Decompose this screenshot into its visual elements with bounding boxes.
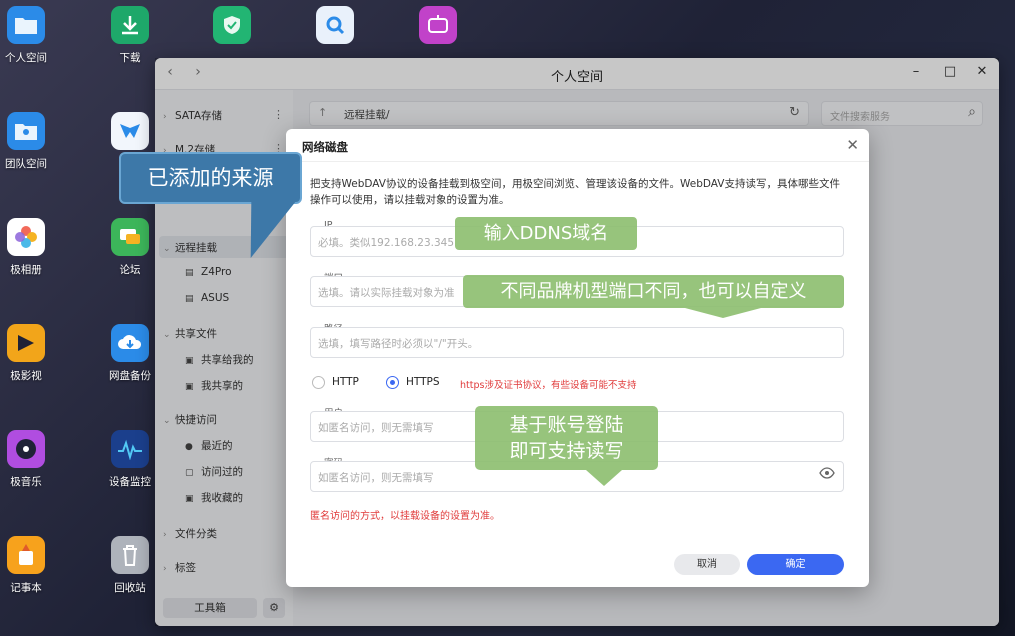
team-folder-icon [7, 112, 45, 150]
https-label: HTTPS [406, 376, 440, 388]
music-disc-icon [7, 430, 45, 468]
path-placeholder: 选填，填写路径时必须以"/"开头。 [318, 338, 479, 350]
callout-added-sources: 已添加的来源 [119, 152, 302, 204]
desktop-app-security[interactable] [192, 6, 272, 50]
desktop-app-label: 记事本 [10, 582, 42, 594]
desktop-app-label: 个人空间 [5, 52, 47, 64]
desktop-app-label: 极音乐 [10, 476, 42, 488]
chat-bubble-icon [111, 218, 149, 256]
desktop-app-personal-space[interactable]: 个人空间 [0, 6, 66, 65]
desktop-app-notepad[interactable]: 记事本 [0, 536, 66, 595]
folder-icon [7, 6, 45, 44]
callout-port: 不同品牌机型端口不同，也可以自定义 [463, 275, 844, 308]
download-icon [111, 6, 149, 44]
https-radio[interactable] [386, 376, 399, 389]
desktop-app-download[interactable]: 下载 [90, 6, 170, 65]
user-placeholder: 如匿名访问，则无需填写 [318, 422, 434, 434]
anonymous-note: 匿名访问的方式，以挂载设备的设置为准。 [310, 511, 500, 522]
callout-account-line2: 即可支持读写 [509, 440, 624, 462]
desktop-app-label: 极影视 [10, 370, 42, 382]
trash-icon [111, 536, 149, 574]
ip-placeholder: 必填。类似192.168.23.345 [318, 237, 454, 249]
desktop-app-ai[interactable] [398, 6, 478, 50]
network-disk-dialog: 网络磁盘 ✕ 把支持WebDAV协议的设备挂载到极空间，用极空间浏览、管理该设备… [286, 129, 869, 587]
desktop-app-music[interactable]: 极音乐 [0, 430, 66, 489]
http-radio[interactable] [312, 376, 325, 389]
desktop-app-label: 极相册 [10, 264, 42, 276]
close-icon[interactable]: ✕ [846, 136, 859, 154]
dialog-title: 网络磁盘 [302, 140, 348, 154]
callout-account-line1: 基于账号登陆 [509, 414, 624, 436]
callout-green-tail [685, 308, 761, 318]
callout-green-tail [586, 470, 622, 486]
video-icon [7, 324, 45, 362]
dialog-description: 把支持WebDAV协议的设备挂载到极空间，用极空间浏览、管理该设备的文件。Web… [310, 178, 840, 206]
path-input[interactable]: 选填，填写路径时必须以"/"开头。 [310, 327, 844, 358]
desktop-app-photos[interactable]: 极相册 [0, 218, 66, 277]
callout-ddns: 输入DDNS域名 [455, 217, 637, 250]
callout-account: 基于账号登陆 即可支持读写 [475, 406, 658, 470]
eye-icon[interactable] [819, 467, 835, 483]
photos-flower-icon [7, 218, 45, 256]
confirm-button[interactable]: 确定 [747, 554, 844, 575]
desktop-app-video[interactable]: 极影视 [0, 324, 66, 383]
port-placeholder: 选填。请以实际挂载对象为准 [318, 287, 455, 299]
desktop-app-team-space[interactable]: 团队空间 [0, 112, 66, 171]
password-placeholder: 如匿名访问，则无需填写 [318, 472, 434, 484]
desktop-app-search[interactable] [295, 6, 375, 50]
xunlei-bird-icon [111, 112, 149, 150]
magnifier-icon [316, 6, 354, 44]
ai-icon [419, 6, 457, 44]
cancel-button[interactable]: 取消 [674, 554, 740, 575]
shield-icon [213, 6, 251, 44]
https-hint: https涉及证书协议，有些设备可能不支持 [460, 380, 637, 391]
cloud-backup-icon [111, 324, 149, 362]
http-label: HTTP [332, 376, 359, 388]
monitor-wave-icon [111, 430, 149, 468]
desktop-app-label: 团队空间 [5, 158, 47, 170]
notepad-icon [7, 536, 45, 574]
dialog-divider [286, 161, 869, 162]
